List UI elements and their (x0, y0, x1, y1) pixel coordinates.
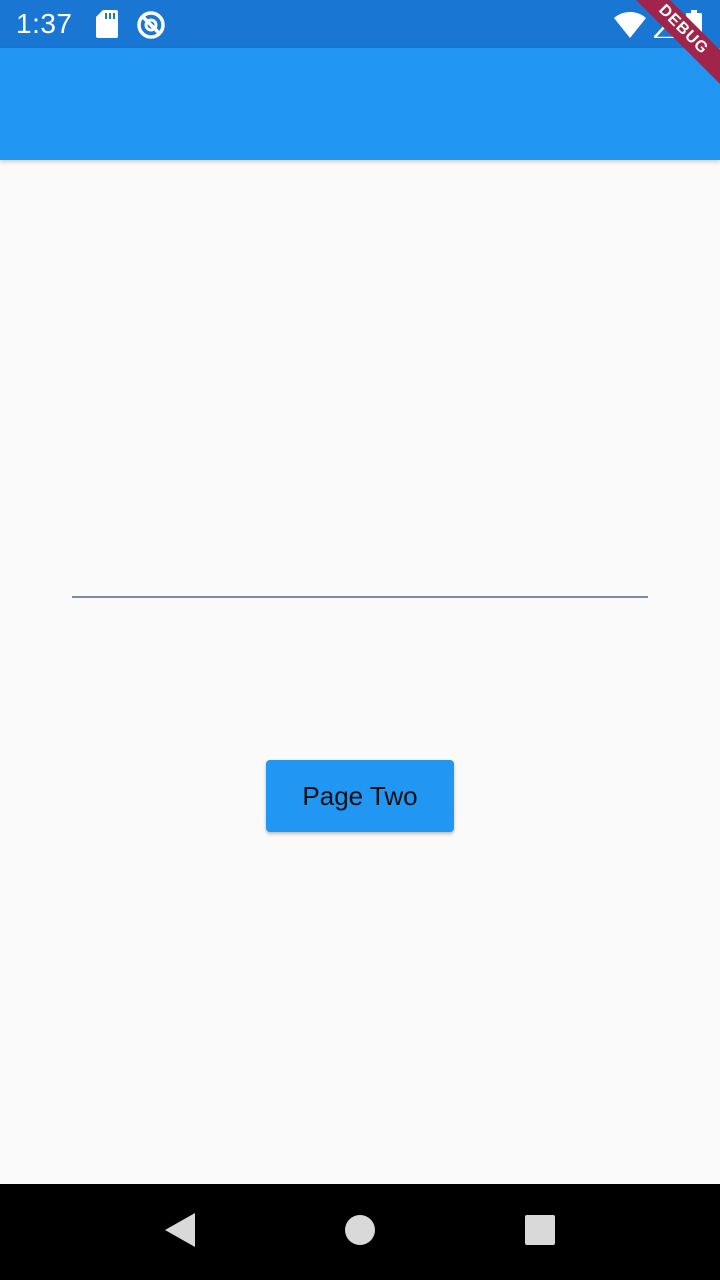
recents-icon (525, 1214, 555, 1250)
sd-card-icon (96, 10, 118, 43)
home-button[interactable] (300, 1184, 420, 1280)
status-time: 1:37 (16, 8, 73, 39)
page-two-button[interactable]: Page Two (266, 760, 454, 832)
recents-button[interactable] (480, 1184, 600, 1280)
status-bar: 1:37 (0, 0, 720, 48)
app-bar (0, 48, 720, 160)
wifi-icon (614, 12, 646, 43)
sync-disabled-icon (136, 10, 166, 45)
navigation-bar (0, 1184, 720, 1280)
back-button[interactable] (120, 1184, 240, 1280)
text-input[interactable] (72, 560, 648, 598)
home-icon (345, 1214, 375, 1250)
back-icon (165, 1212, 195, 1252)
